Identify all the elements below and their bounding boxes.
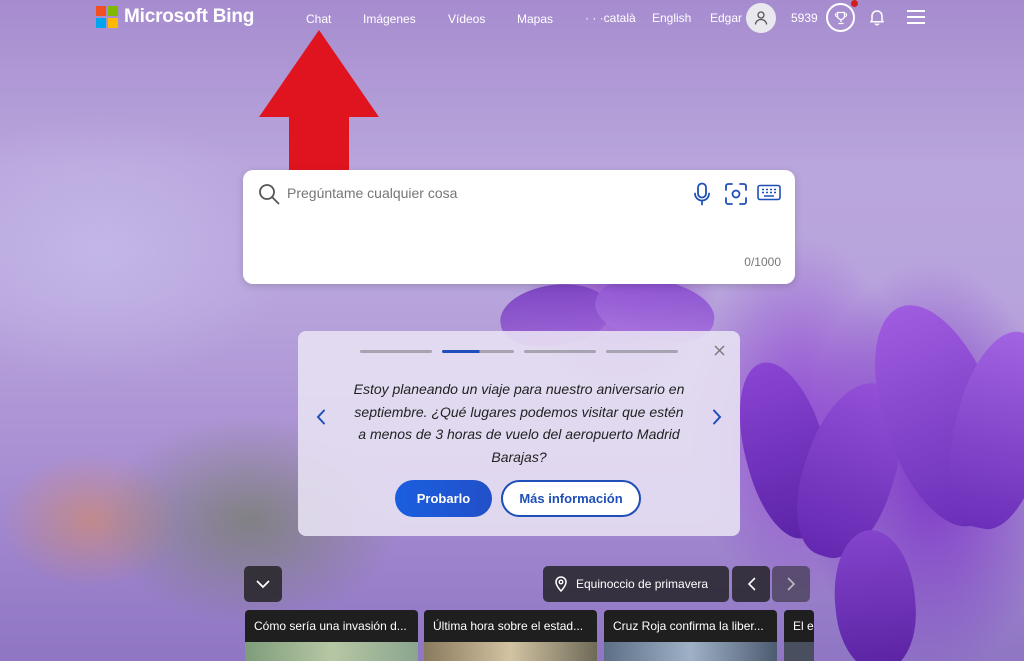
search-icon[interactable]	[257, 182, 281, 206]
chevron-right-icon[interactable]	[712, 409, 722, 425]
close-icon[interactable]	[714, 345, 725, 356]
news-card[interactable]: Cruz Roja confirma la liber...	[604, 610, 777, 661]
search-input[interactable]	[287, 182, 667, 204]
avatar[interactable]	[746, 3, 776, 33]
menu-icon	[907, 10, 925, 24]
try-button[interactable]: Probarlo	[395, 480, 492, 517]
news-thumbnail	[424, 642, 597, 661]
news-title: El e	[784, 610, 814, 642]
user-name[interactable]: Edgar	[710, 11, 742, 25]
progress-segment[interactable]	[606, 350, 678, 353]
news-card[interactable]: Última hora sobre el estad...	[424, 610, 597, 661]
news-title: Cruz Roja confirma la liber...	[604, 610, 777, 642]
nav-lang-catala[interactable]: · · ·català	[585, 11, 636, 25]
keyboard-icon[interactable]	[757, 184, 781, 202]
learn-more-button[interactable]: Más información	[501, 480, 641, 517]
previous-image-button[interactable]	[732, 566, 770, 602]
bell-icon	[870, 10, 884, 26]
notification-dot	[851, 0, 858, 7]
image-info-label: Equinoccio de primavera	[576, 577, 709, 591]
search-box: 0/1000	[243, 170, 795, 284]
rewards-points[interactable]: 5939	[791, 11, 818, 25]
next-image-button[interactable]	[772, 566, 810, 602]
suggestion-card: Estoy planeando un viaje para nuestro an…	[298, 331, 740, 536]
character-count: 0/1000	[744, 255, 781, 269]
nav-images[interactable]: Imágenes	[363, 12, 416, 26]
logo-text: Microsoft Bing	[124, 6, 255, 27]
news-thumbnail	[245, 642, 418, 661]
location-pin-icon	[555, 576, 567, 592]
nav-videos[interactable]: Vídeos	[448, 12, 485, 26]
news-thumbnail	[604, 642, 777, 661]
menu-button[interactable]	[906, 9, 926, 30]
nav-lang-english[interactable]: English	[652, 11, 691, 25]
news-thumbnail	[784, 642, 814, 661]
notifications-button[interactable]	[868, 8, 886, 31]
progress-segment-active[interactable]	[442, 350, 514, 353]
news-card[interactable]: El e	[784, 610, 814, 661]
user-icon	[754, 11, 768, 25]
visual-search-icon[interactable]	[724, 183, 748, 205]
bing-logo[interactable]: Microsoft Bing	[96, 6, 254, 28]
progress-segment[interactable]	[360, 350, 432, 353]
progress-segment[interactable]	[524, 350, 596, 353]
chevron-left-icon	[747, 577, 755, 591]
chevron-right-icon	[787, 577, 795, 591]
expand-feed-button[interactable]	[244, 566, 282, 602]
news-title: Cómo sería una invasión d...	[245, 610, 418, 642]
image-info-button[interactable]: Equinoccio de primavera	[543, 566, 729, 602]
rewards-button[interactable]	[826, 3, 855, 32]
microsoft-logo-icon	[96, 6, 118, 28]
chevron-down-icon	[256, 580, 270, 588]
news-card[interactable]: Cómo sería una invasión d...	[245, 610, 418, 661]
trophy-icon	[834, 11, 847, 24]
suggestion-text: Estoy planeando un viaje para nuestro an…	[353, 381, 685, 465]
nav-maps[interactable]: Mapas	[517, 12, 553, 26]
carousel-progress	[360, 350, 678, 353]
nav-chat[interactable]: Chat	[306, 12, 331, 26]
news-title: Última hora sobre el estad...	[424, 610, 597, 642]
top-bar: Microsoft Bing Chat Imágenes Vídeos Mapa…	[0, 0, 1024, 36]
chevron-left-icon[interactable]	[316, 409, 326, 425]
mic-icon[interactable]	[693, 182, 711, 206]
